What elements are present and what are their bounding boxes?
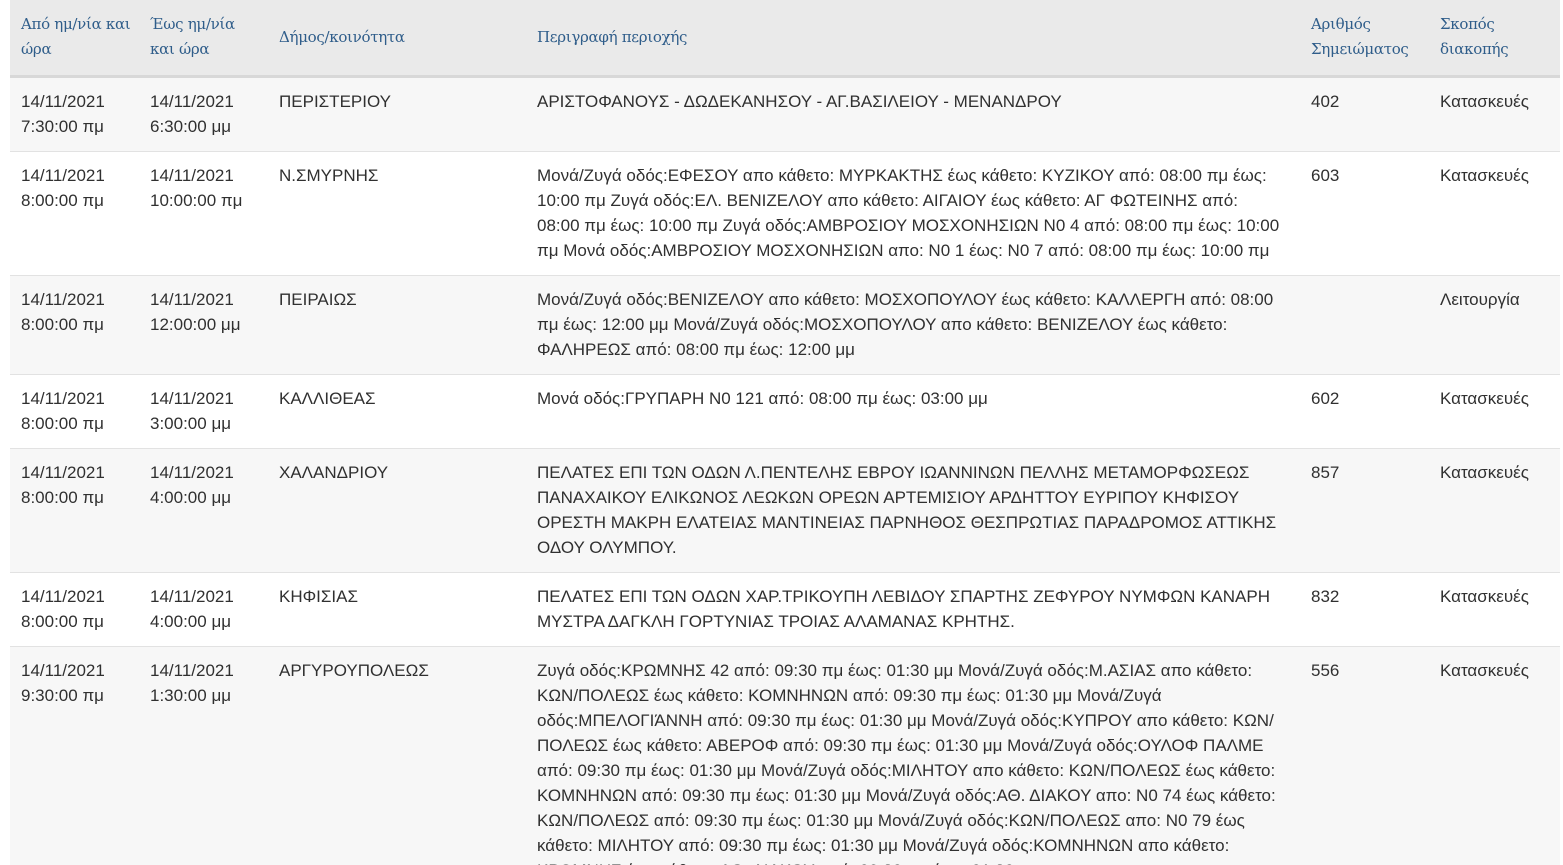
table-row: 14/11/2021 8:00:00 πμ 14/11/2021 3:00:00… — [10, 373, 1560, 448]
cell-municipality: ΠΕΡΙΣΤΕΡΙΟΥ — [268, 75, 526, 151]
cell-note-number: 402 — [1300, 75, 1429, 151]
cell-note-number: 832 — [1300, 571, 1429, 646]
table-body: 14/11/2021 7:30:00 πμ 14/11/2021 6:30:00… — [10, 75, 1560, 865]
cell-to: 14/11/2021 12:00:00 μμ — [139, 274, 268, 374]
cell-purpose: Λειτουργία — [1429, 274, 1560, 374]
cell-municipality: ΚΗΦΙΣΙΑΣ — [268, 571, 526, 646]
table-row: 14/11/2021 8:00:00 πμ 14/11/2021 4:00:00… — [10, 571, 1560, 646]
cell-description: Μονά/Ζυγά οδός:ΕΦΕΣΟΥ απο κάθετο: ΜΥΡΚΑΚ… — [526, 150, 1300, 275]
header-row: Από ημ/νία και ώρα Έως ημ/νία και ώρα Δή… — [10, 0, 1560, 78]
cell-to: 14/11/2021 4:00:00 μμ — [139, 447, 268, 572]
cell-purpose: Κατασκευές — [1429, 447, 1560, 572]
cell-purpose: Κατασκευές — [1429, 373, 1560, 448]
table-header: Από ημ/νία και ώρα Έως ημ/νία και ώρα Δή… — [10, 0, 1560, 78]
cell-from: 14/11/2021 8:00:00 πμ — [10, 373, 139, 448]
header-note-number[interactable]: Αριθμός Σημειώματος — [1300, 0, 1429, 78]
cell-municipality: ΚΑΛΛΙΘΕΑΣ — [268, 373, 526, 448]
cell-description: ΠΕΛΑΤΕΣ ΕΠΙ ΤΩΝ ΟΔΩΝ ΧΑΡ.ΤΡΙΚΟΥΠΗ ΛΕΒΙΔΟ… — [526, 571, 1300, 646]
cell-description: Ζυγά οδός:ΚΡΩΜΝΗΣ 42 από: 09:30 πμ έως: … — [526, 645, 1300, 865]
cell-purpose: Κατασκευές — [1429, 75, 1560, 151]
cell-note-number: 603 — [1300, 150, 1429, 275]
cell-note-number: 857 — [1300, 447, 1429, 572]
cell-municipality: ΠΕΙΡΑΙΩΣ — [268, 274, 526, 374]
table-row: 14/11/2021 8:00:00 πμ 14/11/2021 4:00:00… — [10, 447, 1560, 572]
cell-note-number: 602 — [1300, 373, 1429, 448]
header-area-description[interactable]: Περιγραφή περιοχής — [526, 0, 1300, 78]
cell-from: 14/11/2021 8:00:00 πμ — [10, 274, 139, 374]
table-row: 14/11/2021 8:00:00 πμ 14/11/2021 10:00:0… — [10, 150, 1560, 275]
cell-to: 14/11/2021 1:30:00 μμ — [139, 645, 268, 865]
table-row: 14/11/2021 9:30:00 πμ 14/11/2021 1:30:00… — [10, 645, 1560, 865]
cell-purpose: Κατασκευές — [1429, 645, 1560, 865]
header-from-datetime[interactable]: Από ημ/νία και ώρα — [10, 0, 139, 78]
cell-description: ΑΡΙΣΤΟΦΑΝΟΥΣ - ΔΩΔΕΚΑΝΗΣΟΥ - ΑΓ.ΒΑΣΙΛΕΙΟ… — [526, 75, 1300, 151]
cell-from: 14/11/2021 9:30:00 πμ — [10, 645, 139, 865]
cell-municipality: Ν.ΣΜΥΡΝΗΣ — [268, 150, 526, 275]
cell-from: 14/11/2021 8:00:00 πμ — [10, 447, 139, 572]
header-to-datetime[interactable]: Έως ημ/νία και ώρα — [139, 0, 268, 78]
cell-from: 14/11/2021 8:00:00 πμ — [10, 150, 139, 275]
cell-description: Μονά οδός:ΓΡΥΠΑΡΗ Ν0 121 από: 08:00 πμ έ… — [526, 373, 1300, 448]
cell-municipality: ΑΡΓΥΡΟΥΠΟΛΕΩΣ — [268, 645, 526, 865]
cell-note-number: 556 — [1300, 645, 1429, 865]
header-municipality[interactable]: Δήμος/κοινότητα — [268, 0, 526, 78]
cell-purpose: Κατασκευές — [1429, 150, 1560, 275]
cell-from: 14/11/2021 8:00:00 πμ — [10, 571, 139, 646]
header-outage-purpose[interactable]: Σκοπός διακοπής — [1429, 0, 1560, 78]
cell-description: ΠΕΛΑΤΕΣ ΕΠΙ ΤΩΝ ΟΔΩΝ Λ.ΠΕΝΤΕΛΗΣ ΕΒΡΟΥ ΙΩ… — [526, 447, 1300, 572]
outage-table-container: Από ημ/νία και ώρα Έως ημ/νία και ώρα Δή… — [10, 0, 1560, 865]
table-row: 14/11/2021 8:00:00 πμ 14/11/2021 12:00:0… — [10, 274, 1560, 374]
cell-purpose: Κατασκευές — [1429, 571, 1560, 646]
cell-note-number — [1300, 274, 1429, 374]
cell-to: 14/11/2021 10:00:00 πμ — [139, 150, 268, 275]
cell-description: Μονά/Ζυγά οδός:ΒΕΝΙΖΕΛΟΥ απο κάθετο: ΜΟΣ… — [526, 274, 1300, 374]
cell-to: 14/11/2021 6:30:00 μμ — [139, 75, 268, 151]
outage-table: Από ημ/νία και ώρα Έως ημ/νία και ώρα Δή… — [10, 0, 1560, 865]
cell-to: 14/11/2021 3:00:00 μμ — [139, 373, 268, 448]
cell-from: 14/11/2021 7:30:00 πμ — [10, 75, 139, 151]
cell-municipality: ΧΑΛΑΝΔΡΙΟΥ — [268, 447, 526, 572]
table-row: 14/11/2021 7:30:00 πμ 14/11/2021 6:30:00… — [10, 75, 1560, 151]
cell-to: 14/11/2021 4:00:00 μμ — [139, 571, 268, 646]
